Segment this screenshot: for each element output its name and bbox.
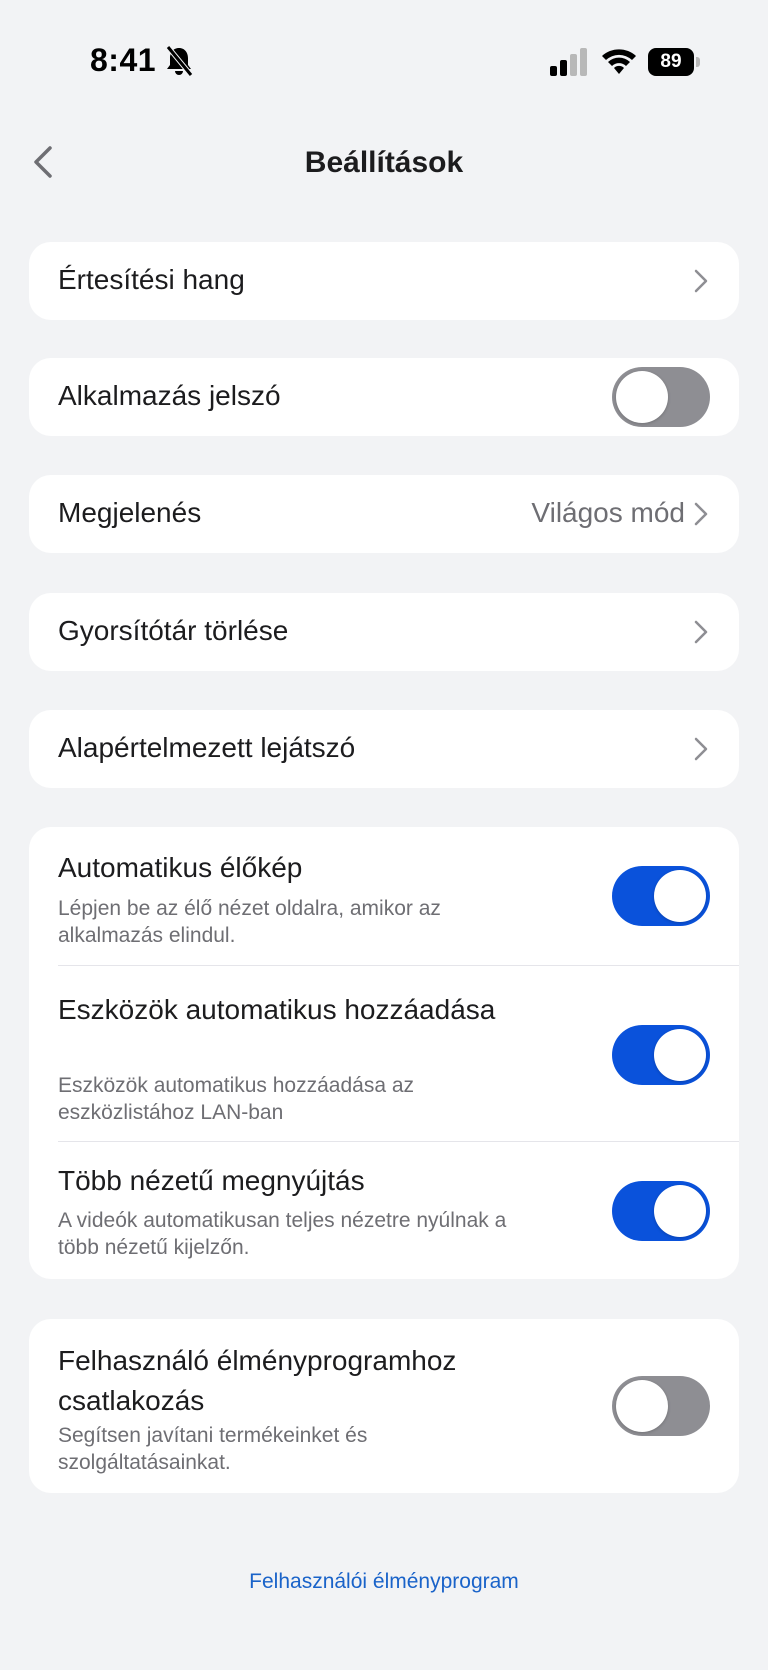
chevron-right-icon (694, 620, 708, 644)
notification-sound-label: Értesítési hang (58, 264, 245, 295)
auto-preview-description: Lépjen be az élő nézet oldalra, amikor a… (58, 897, 441, 947)
clear-cache-label: Gyorsítótár törlése (58, 615, 289, 646)
page-title: Beállítások (304, 146, 464, 179)
ux-program-label: Felhasználó élményprogramhoz csatlakozás (58, 1345, 457, 1416)
battery-level: 89 (648, 48, 694, 76)
status-time: 8:41 (90, 42, 157, 78)
app-password-label: Alkalmazás jelszó (58, 380, 281, 411)
ux-program-toggle[interactable] (612, 1376, 710, 1436)
battery-icon: 89 (648, 48, 700, 76)
ux-program-row: Felhasználó élményprogramhoz csatlakozás… (29, 1319, 739, 1493)
navigation-bar: Beállítások (0, 120, 768, 204)
auto-settings-group: Automatikus élőkép Lépjen be az élő néze… (29, 827, 739, 1279)
divider (58, 1141, 739, 1142)
appearance-label: Megjelenés (58, 497, 202, 528)
ux-program-description: Segítsen javítani termékeinket és szolgá… (58, 1424, 368, 1474)
ux-program-link[interactable]: Felhasználói élményprogram (0, 1570, 768, 1594)
notification-sound-row[interactable]: Értesítési hang (29, 242, 739, 320)
multi-view-stretch-description: A videók automatikusan teljes nézetre ny… (58, 1209, 507, 1259)
bell-slash-icon (166, 45, 193, 77)
chevron-right-icon (694, 737, 708, 761)
appearance-row[interactable]: Megjelenés Világos mód (29, 475, 739, 553)
chevron-right-icon (694, 502, 708, 526)
app-password-row: Alkalmazás jelszó (29, 358, 739, 436)
default-player-label: Alapértelmezett lejátszó (58, 732, 356, 763)
divider (58, 965, 739, 966)
clear-cache-row[interactable]: Gyorsítótár törlése (29, 593, 739, 671)
auto-add-description: Eszközök automatikus hozzáadása az eszkö… (58, 1074, 415, 1124)
app-password-toggle[interactable] (612, 367, 710, 427)
status-bar: 8:41 89 (0, 0, 768, 120)
appearance-value: Világos mód (531, 497, 685, 528)
cellular-signal-icon (550, 48, 587, 76)
multi-view-stretch-label: Több nézetű megnyújtás (58, 1165, 365, 1196)
multi-view-stretch-toggle[interactable] (612, 1181, 710, 1241)
auto-preview-toggle[interactable] (612, 866, 710, 926)
wifi-icon (602, 49, 636, 74)
default-player-row[interactable]: Alapértelmezett lejátszó (29, 710, 739, 788)
auto-preview-label: Automatikus élőkép (58, 852, 303, 883)
auto-add-label: Eszközök automatikus hozzáadása (58, 994, 496, 1025)
auto-add-toggle[interactable] (612, 1025, 710, 1085)
chevron-right-icon (694, 269, 708, 293)
